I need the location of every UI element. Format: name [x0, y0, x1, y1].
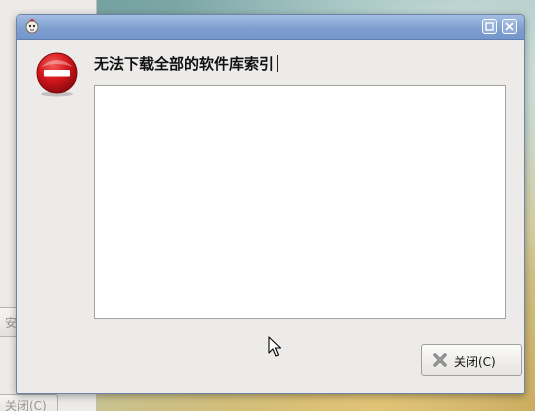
desktop: 安 关闭(C) 无法下载全部的软件库索引 关闭(C)	[0, 0, 535, 411]
background-close-label: 关闭(C)	[5, 399, 47, 411]
close-button[interactable]: 关闭(C)	[421, 344, 522, 376]
x-icon	[433, 353, 447, 367]
mouse-cursor	[268, 336, 282, 357]
title-bar[interactable]	[17, 15, 524, 40]
close-window-button[interactable]	[502, 19, 517, 34]
background-close-button[interactable]: 关闭(C)	[0, 394, 58, 411]
text-caret	[277, 55, 279, 72]
details-text-area[interactable]	[94, 85, 506, 319]
close-icon	[505, 22, 514, 31]
error-icon	[36, 52, 78, 97]
error-heading: 无法下载全部的软件库索引	[94, 53, 279, 74]
app-icon	[25, 18, 39, 34]
close-button-label: 关闭(C)	[454, 355, 496, 369]
maximize-icon	[485, 22, 494, 31]
error-heading-text: 无法下载全部的软件库索引	[94, 55, 275, 73]
maximize-button[interactable]	[482, 19, 497, 34]
